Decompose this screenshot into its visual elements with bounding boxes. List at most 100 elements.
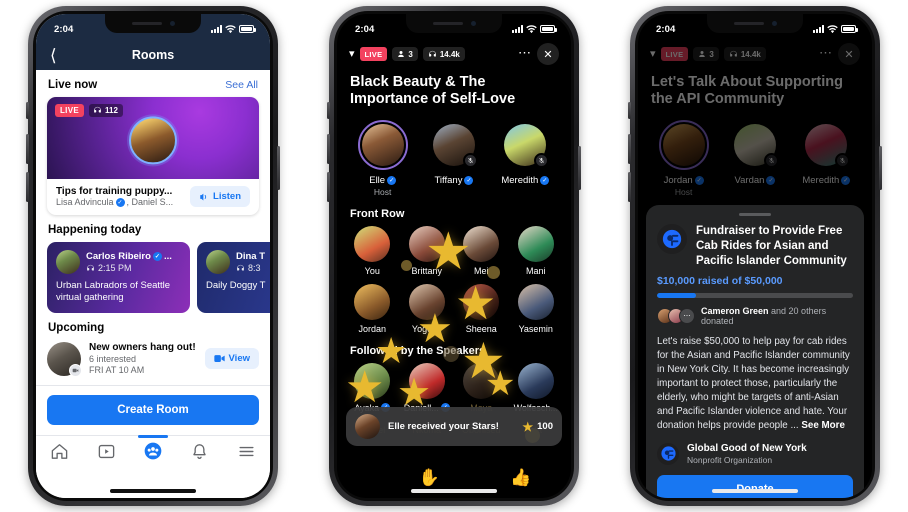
speaker-card[interactable]: Meredith ✓ — [795, 120, 857, 197]
participant[interactable]: Brittany — [400, 225, 455, 276]
cellular-signal-icon — [211, 25, 222, 33]
happening-card[interactable]: Dina T 8:3 Daily Doggy T — [197, 242, 270, 313]
live-badge: LIVE — [55, 104, 84, 117]
close-icon[interactable]: ✕ — [838, 43, 860, 65]
participant[interactable]: Sheena — [454, 283, 509, 334]
listener-count: 112 — [104, 106, 118, 115]
sheet-drag-handle[interactable] — [739, 212, 771, 217]
live-room-card[interactable]: LIVE 112 Tips for training puppy... Lisa… — [47, 97, 259, 215]
tab-home[interactable] — [42, 436, 76, 466]
mic-muted-icon — [835, 152, 851, 168]
chevron-down-icon[interactable]: ▾ — [650, 48, 656, 60]
app-navbar: ⟨ Rooms — [36, 40, 270, 70]
participant[interactable]: Mei — [454, 225, 509, 276]
tab-watch[interactable] — [89, 436, 123, 466]
star-icon[interactable]: ☆ — [467, 469, 482, 486]
see-all-link[interactable]: See All — [225, 79, 258, 91]
participant[interactable]: You — [345, 225, 400, 276]
tab-menu[interactable] — [230, 436, 264, 466]
participant-name: Brittany — [411, 265, 442, 276]
star-icon: ★ — [522, 419, 534, 434]
status-indicators — [211, 24, 256, 34]
participant[interactable]: Daniell...✓ — [400, 362, 455, 413]
view-button[interactable]: View — [204, 348, 259, 370]
close-icon[interactable]: ✕ — [537, 43, 559, 65]
volume-up-button[interactable] — [26, 134, 29, 164]
speaker-name: Meredith ✓ — [501, 174, 550, 186]
avatar — [206, 250, 230, 274]
speaker-card[interactable]: Meredith ✓ — [494, 120, 556, 197]
volume-down-button[interactable] — [628, 172, 631, 202]
ellipsis-icon[interactable]: ⋯ — [518, 46, 532, 63]
speakers-row: Jordan ✓ Host Vardan ✓ Meredith ✓ — [638, 112, 872, 199]
participant[interactable]: Mani — [509, 225, 564, 276]
volume-up-button[interactable] — [327, 134, 330, 164]
volume-down-button[interactable] — [26, 172, 29, 202]
fundraiser-globe-icon — [657, 442, 679, 465]
avatar — [354, 283, 391, 320]
participant[interactable]: Ayaka✓ — [345, 362, 400, 413]
verified-badge-icon: ✓ — [694, 175, 704, 185]
device-notch — [105, 14, 201, 33]
participant[interactable]: Wolfesch... — [509, 362, 564, 413]
description-text: Let's raise $50,000 to help pay for cab … — [657, 336, 850, 431]
speaker-card[interactable]: Tiffany ✓ — [423, 120, 485, 197]
power-button[interactable] — [578, 146, 581, 190]
participant[interactable]: Jordan — [345, 283, 400, 334]
upcoming-title: New owners hang out! — [89, 342, 196, 354]
chevron-left-icon[interactable]: ⟨ — [50, 47, 57, 64]
participant[interactable]: Maya — [454, 362, 509, 413]
ellipsis-icon[interactable]: ⋯ — [819, 46, 833, 63]
participant-name: Mei — [473, 265, 489, 276]
section-heading-upcoming: Upcoming — [48, 321, 105, 334]
mute-switch[interactable] — [327, 102, 330, 119]
chevron-down-icon[interactable]: ▾ — [349, 48, 355, 60]
donate-button[interactable]: Donate — [657, 474, 853, 498]
stars-received-toast[interactable]: Elle received your Stars! ★ 100 — [346, 407, 562, 446]
mute-switch[interactable] — [26, 102, 29, 119]
speaker-card[interactable]: Elle ✓ Host — [352, 119, 414, 197]
power-button[interactable] — [277, 146, 280, 190]
thumbs-up-icon[interactable]: 👍 — [510, 469, 531, 486]
volume-up-button[interactable] — [628, 134, 631, 164]
room-title: Let's Talk About Supporting the API Comm… — [651, 74, 843, 108]
create-room-button[interactable]: Create Room — [47, 394, 259, 425]
organization-type: Nonprofit Organization — [687, 454, 773, 465]
tab-notifications[interactable] — [183, 436, 217, 466]
raised-hand-icon[interactable]: ✋ — [419, 469, 440, 486]
mute-switch[interactable] — [628, 102, 631, 119]
headphones-icon — [237, 264, 244, 270]
room-navbar: ▾ LIVE 3 14.4k ⋯ ✕ — [337, 40, 571, 65]
speaker-card[interactable]: Vardan ✓ — [724, 120, 786, 197]
tab-groups[interactable] — [136, 435, 170, 466]
happening-today-carousel[interactable]: Carlos Ribeiro ✓ ... 2:15 PM Urban Labra… — [36, 242, 270, 313]
see-more-link[interactable]: See More — [801, 420, 845, 431]
share-arrow-icon[interactable]: ➤ — [377, 469, 391, 486]
speaker-card[interactable]: Jordan ✓ Host — [653, 119, 715, 197]
live-now-section-header: Live now See All — [36, 70, 270, 97]
power-button[interactable] — [879, 146, 882, 190]
upcoming-item[interactable]: New owners hang out! 6 interested FRI AT… — [36, 340, 270, 385]
organization-name: Global Good of New York — [687, 442, 807, 454]
video-camera-icon — [213, 355, 225, 363]
happening-description: Daily Doggy T — [206, 280, 266, 291]
participant[interactable]: Yasemin — [509, 283, 564, 334]
verified-badge-icon: ✓ — [540, 175, 550, 185]
happening-card[interactable]: Carlos Ribeiro ✓ ... 2:15 PM Urban Labra… — [47, 242, 190, 313]
video-camera-icon — [69, 363, 82, 377]
live-host-avatar — [129, 116, 177, 165]
mic-muted-icon — [462, 152, 478, 168]
volume-down-button[interactable] — [327, 172, 330, 202]
participant-name: Sheena — [465, 323, 497, 334]
participant[interactable]: Yogesh — [400, 283, 455, 334]
bell-icon — [193, 443, 206, 459]
front-row-label: Front Row — [350, 207, 405, 220]
avatar — [408, 362, 445, 399]
listen-button[interactable]: Listen — [190, 186, 250, 207]
phone-3-fundraiser-room: 2:04 ▾ LIVE 3 14.4k ⋯ ✕ Let's Talk About… — [628, 6, 882, 506]
organization-row[interactable]: Global Good of New York Nonprofit Organi… — [657, 442, 853, 465]
speaker-avatar-ring — [801, 120, 851, 170]
speaker-name: Tiffany ✓ — [434, 174, 474, 186]
speaker-name: Jordan ✓ — [663, 174, 704, 186]
live-thumbnail: LIVE 112 — [47, 97, 259, 179]
